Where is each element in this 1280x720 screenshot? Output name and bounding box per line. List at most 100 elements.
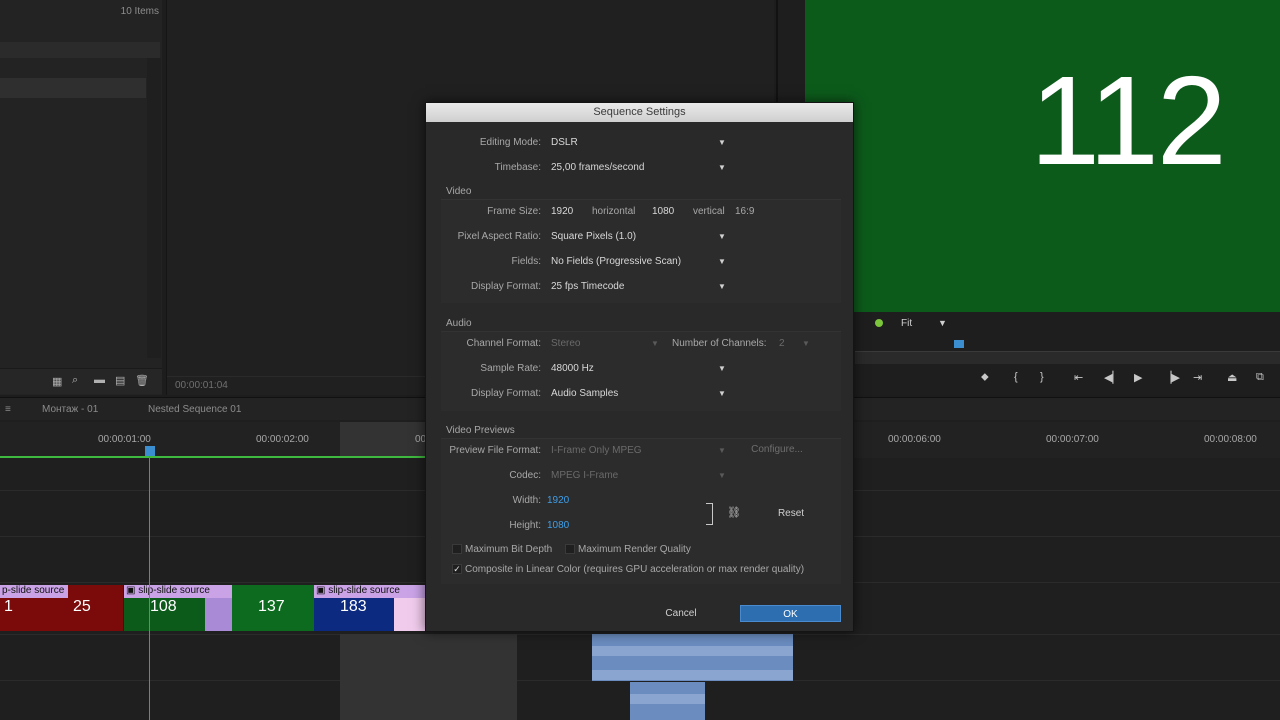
par-label: Pixel Aspect Ratio: [457, 231, 541, 242]
num-channels-select[interactable]: 2 ▼ [774, 334, 814, 352]
num-channels-value: 2 [779, 338, 785, 349]
max-render-quality-checkbox[interactable] [565, 544, 575, 554]
editing-mode-select[interactable]: DSLR ▼ [546, 133, 729, 151]
clip-band [592, 670, 793, 680]
marker-icon[interactable]: ⬥ [981, 371, 989, 384]
audio-display-format-select[interactable]: Audio Samples ▼ [546, 384, 729, 402]
reset-button[interactable]: Reset [766, 505, 816, 522]
clip-transition [205, 598, 232, 631]
audio-display-format-label: Display Format: [470, 388, 541, 399]
codec-label: Codec: [509, 470, 541, 481]
preview-format-label: Preview File Format: [449, 445, 541, 456]
composite-linear-checkbox[interactable]: ✓ [452, 564, 462, 574]
frame-number: 112 [1030, 50, 1227, 191]
mark-out-icon[interactable]: } [1040, 371, 1044, 383]
tab-nested-sequence[interactable]: Nested Sequence 01 [148, 404, 241, 415]
list-item[interactable] [0, 78, 146, 98]
height-field[interactable]: 1080 [547, 520, 569, 531]
sample-rate-label: Sample Rate: [480, 363, 541, 374]
trash-icon[interactable]: 🗑 [135, 374, 149, 387]
video-display-format-label: Display Format: [470, 281, 541, 292]
play-icon[interactable]: ▶ [1134, 371, 1142, 384]
width-field[interactable]: 1920 [547, 495, 569, 506]
source-timecode[interactable]: 00:00:01:04 [175, 380, 228, 391]
frame-height-field[interactable]: 1080 [652, 206, 674, 217]
list-view-icon[interactable]: ▦ [52, 375, 62, 388]
item-count: 10 Items [120, 6, 159, 17]
track-gap [340, 634, 517, 720]
channel-format-select[interactable]: Stereo ▼ [546, 334, 661, 352]
width-label: Width: [512, 495, 541, 506]
preview-format-select[interactable]: I-Frame Only MPEG ▼ [546, 441, 729, 459]
clip-label: p-slide source [0, 585, 68, 598]
mark-in-icon[interactable]: { [1014, 371, 1018, 383]
horizontal-label: horizontal [592, 206, 636, 217]
fx-icon: ▣ [126, 585, 139, 596]
par-value: Square Pixels (1.0) [551, 231, 637, 242]
tab-montage[interactable]: Монтаж - 01 [42, 404, 98, 415]
clip-frame-number: 1 [4, 598, 13, 615]
chevron-down-icon: ▼ [718, 163, 726, 172]
ok-button[interactable]: OK [740, 605, 841, 622]
go-to-out-icon[interactable]: ⇥ [1193, 371, 1202, 384]
ruler-label: 00:00:01:00 [98, 434, 151, 445]
clip-frame-number: 137 [258, 598, 285, 615]
chevron-down-icon[interactable]: ▼ [938, 318, 947, 328]
configure-button[interactable]: Configure... [742, 441, 812, 458]
program-ruler[interactable] [855, 340, 1280, 352]
project-list-header [0, 42, 160, 58]
video-display-format-value: 25 fps Timecode [551, 281, 625, 292]
program-playhead[interactable] [954, 340, 964, 348]
cancel-button[interactable]: Cancel [631, 605, 731, 622]
clip-band [592, 646, 793, 656]
chevron-down-icon: ▼ [718, 471, 726, 480]
editing-mode-label: Editing Mode: [479, 137, 541, 148]
step-forward-icon[interactable]: ▕▶ [1163, 371, 1180, 384]
clip-label: ▣ slip-slide source [314, 585, 425, 598]
frame-size-label: Frame Size: [487, 206, 541, 217]
program-zoom-bar[interactable] [855, 352, 1280, 364]
chevron-down-icon: ▼ [718, 257, 726, 266]
panel-menu-icon[interactable]: ≡ [5, 404, 11, 415]
new-bin-icon[interactable]: ▬ [94, 374, 105, 386]
height-label: Height: [509, 520, 541, 531]
preview-format-value: I-Frame Only MPEG [551, 445, 642, 456]
new-item-icon[interactable]: ▤ [115, 374, 125, 387]
project-scrollbar[interactable] [147, 58, 161, 358]
lift-icon[interactable]: ⏏ [1227, 371, 1237, 384]
sample-rate-select[interactable]: 48000 Hz ▼ [546, 359, 729, 377]
frame-width-field[interactable]: 1920 [551, 206, 573, 217]
video-display-format-select[interactable]: 25 fps Timecode ▼ [546, 277, 729, 295]
chevron-down-icon: ▼ [651, 339, 659, 348]
clip-transition [394, 598, 425, 631]
sample-rate-value: 48000 Hz [551, 363, 594, 374]
go-to-in-icon[interactable]: ⇤ [1074, 371, 1083, 384]
timeline-playhead[interactable] [145, 446, 155, 456]
chevron-down-icon: ▼ [718, 389, 726, 398]
sequence-settings-dialog: Sequence Settings Editing Mode: DSLR ▼ T… [425, 102, 854, 632]
chevron-down-icon: ▼ [718, 446, 726, 455]
chain-link-icon[interactable]: ⛓ [727, 506, 741, 519]
zoom-select[interactable]: Fit [901, 318, 912, 329]
render-bar [0, 456, 430, 458]
composite-linear-label: Composite in Linear Color (requires GPU … [465, 564, 805, 575]
editing-mode-value: DSLR [551, 137, 578, 148]
ruler-label: 00:00:08:00 [1204, 434, 1257, 445]
fields-select[interactable]: No Fields (Progressive Scan) ▼ [546, 252, 729, 270]
num-channels-label: Number of Channels: [672, 338, 767, 349]
clip-label-text: slip-slide source [328, 585, 400, 596]
max-render-quality-label: Maximum Render Quality [578, 544, 691, 555]
max-bit-depth-label: Maximum Bit Depth [465, 544, 553, 555]
ruler-label: 00:00:06:00 [888, 434, 941, 445]
fields-label: Fields: [511, 256, 541, 267]
project-panel: 10 Items ▦ ⌕ ▬ ▤ 🗑 [0, 0, 162, 395]
codec-select[interactable]: MPEG I-Frame ▼ [546, 466, 729, 484]
search-icon[interactable]: ⌕ [72, 374, 78, 387]
extract-icon[interactable]: ⧉ [1256, 371, 1264, 384]
max-bit-depth-checkbox[interactable] [452, 544, 462, 554]
timebase-select[interactable]: 25,00 frames/second ▼ [546, 158, 729, 176]
audio-section-title: Audio [446, 318, 472, 329]
par-select[interactable]: Square Pixels (1.0) ▼ [546, 227, 729, 245]
fx-icon: ▣ [316, 585, 329, 596]
step-back-icon[interactable]: ◀▏ [1104, 371, 1121, 384]
